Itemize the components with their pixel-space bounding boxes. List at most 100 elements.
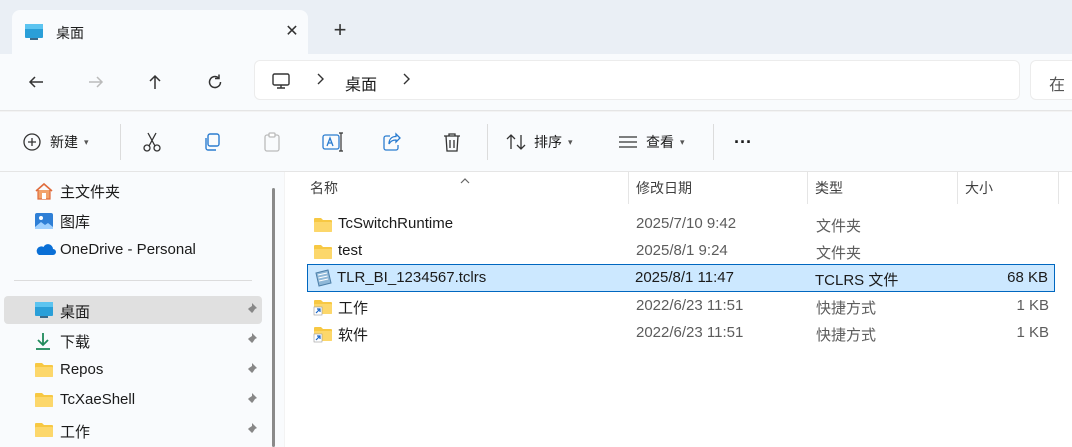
tab-title: 桌面 xyxy=(56,25,84,41)
file-modified: 2022/6/23 11:51 xyxy=(636,324,744,341)
pin-icon[interactable] xyxy=(244,392,258,409)
cut-button[interactable] xyxy=(142,128,162,156)
navigation-pane: 主文件夹 图库 OneDrive - Personal 桌面 下载 Repos … xyxy=(0,172,284,447)
sort-icon xyxy=(506,134,526,150)
search-placeholder: 在 xyxy=(1049,77,1066,94)
pin-icon[interactable] xyxy=(244,422,258,439)
rename-icon xyxy=(322,132,343,152)
forward-button[interactable] xyxy=(82,68,110,96)
folder-icon xyxy=(313,216,333,237)
folder-icon xyxy=(34,421,54,442)
sidebar-item-onedrive[interactable]: OneDrive - Personal xyxy=(4,236,262,264)
new-button[interactable]: 新建 ▾ xyxy=(22,128,89,156)
file-row[interactable]: 软件 2022/6/23 11:51 快捷方式 1 KB xyxy=(307,320,1055,346)
home-icon xyxy=(34,181,54,204)
column-header-modified[interactable]: 修改日期 xyxy=(636,172,692,204)
share-button[interactable] xyxy=(382,128,402,156)
sidebar-item-label: OneDrive - Personal xyxy=(60,241,196,258)
sidebar-item-repos[interactable]: Repos xyxy=(4,356,262,384)
copy-button[interactable] xyxy=(202,128,222,156)
new-label: 新建 xyxy=(50,134,78,150)
file-list: 名称 修改日期 类型 大小 TcSwitchRuntime 2025/7/10 … xyxy=(285,172,1072,447)
sidebar-item-label: 下载 xyxy=(60,334,91,351)
arrow-up-icon xyxy=(149,74,161,89)
desktop-icon xyxy=(34,301,54,322)
column-divider[interactable] xyxy=(957,172,958,204)
column-divider[interactable] xyxy=(807,172,808,204)
delete-button[interactable] xyxy=(442,128,462,156)
file-row-selected[interactable]: TLR_BI_1234567.tclrs 2025/8/1 11:47 TCLR… xyxy=(307,264,1055,292)
shortcut-folder-icon xyxy=(313,298,333,319)
sidebar-item-label: TcXaeShell xyxy=(60,391,136,408)
up-button[interactable] xyxy=(141,68,169,96)
file-type: 快捷方式 xyxy=(816,327,877,344)
file-modified: 2025/7/10 9:42 xyxy=(636,215,737,232)
gallery-icon xyxy=(34,211,54,234)
column-header-name[interactable]: 名称 xyxy=(310,172,338,204)
file-modified: 2022/6/23 11:51 xyxy=(636,297,744,314)
folder-icon xyxy=(34,391,54,412)
file-name: TcSwitchRuntime xyxy=(338,215,454,232)
chevron-right-icon[interactable] xyxy=(401,71,411,90)
column-divider[interactable] xyxy=(628,172,629,204)
search-input[interactable]: 在 xyxy=(1030,60,1072,100)
sidebar-item-tcxaeshell[interactable]: TcXaeShell xyxy=(4,386,262,414)
file-row[interactable]: test 2025/8/1 9:24 文件夹 xyxy=(307,238,1055,264)
column-header-size[interactable]: 大小 xyxy=(965,172,993,204)
file-modified: 2025/8/1 9:24 xyxy=(636,242,728,259)
sort-button[interactable]: 排序 ▾ xyxy=(506,128,573,156)
sidebar-item-label: 图库 xyxy=(60,214,91,231)
address-bar[interactable]: 桌面 xyxy=(254,60,1020,100)
file-row[interactable]: 工作 2022/6/23 11:51 快捷方式 1 KB xyxy=(307,293,1055,319)
sidebar-item-work[interactable]: 工作 xyxy=(4,416,262,444)
column-header-type[interactable]: 类型 xyxy=(815,172,843,204)
sidebar-item-home[interactable]: 主文件夹 xyxy=(4,176,262,204)
file-name: 软件 xyxy=(338,327,369,344)
close-tab-icon[interactable]: ✕ xyxy=(280,20,304,44)
pin-icon[interactable] xyxy=(244,332,258,349)
chevron-down-icon: ▾ xyxy=(84,136,89,147)
sidebar-item-label: 主文件夹 xyxy=(60,184,121,201)
sidebar-scrollbar[interactable] xyxy=(272,188,275,447)
file-type: TCLRS 文件 xyxy=(815,272,899,289)
sidebar-item-gallery[interactable]: 图库 xyxy=(4,206,262,234)
tab-bar: 桌面 ✕ + xyxy=(0,0,1072,54)
more-options-button[interactable]: ··· xyxy=(734,128,752,156)
toolbar-divider xyxy=(120,124,121,160)
breadcrumb-desktop[interactable]: 桌面 xyxy=(345,71,377,95)
paste-button[interactable] xyxy=(262,128,282,156)
view-button[interactable]: 查看 ▾ xyxy=(618,128,685,156)
chevron-right-icon[interactable] xyxy=(315,71,325,90)
sidebar-item-downloads[interactable]: 下载 xyxy=(4,326,262,354)
file-name: TLR_BI_1234567.tclrs xyxy=(337,269,487,286)
rename-button[interactable] xyxy=(322,128,344,156)
file-size: 68 KB xyxy=(1007,269,1048,286)
file-icon xyxy=(313,269,333,292)
refresh-button[interactable] xyxy=(201,68,229,96)
sidebar-item-desktop[interactable]: 桌面 xyxy=(4,296,262,324)
column-divider[interactable] xyxy=(1058,172,1059,204)
chevron-down-icon: ▾ xyxy=(680,136,685,147)
sort-ascending-icon xyxy=(459,172,471,188)
sidebar-divider xyxy=(14,280,252,281)
file-type: 文件夹 xyxy=(816,245,862,262)
back-button[interactable] xyxy=(22,68,50,96)
sidebar-item-label: Repos xyxy=(60,361,104,378)
clipboard-icon xyxy=(264,132,280,152)
pin-icon[interactable] xyxy=(244,302,258,319)
this-pc-icon xyxy=(271,71,291,94)
file-row[interactable]: TcSwitchRuntime 2025/7/10 9:42 文件夹 xyxy=(307,211,1055,237)
new-tab-button[interactable]: + xyxy=(328,18,352,42)
folder-icon xyxy=(313,243,333,264)
arrow-right-icon xyxy=(89,76,104,88)
file-type: 快捷方式 xyxy=(816,300,877,317)
pin-icon[interactable] xyxy=(244,362,258,379)
file-type: 文件夹 xyxy=(816,218,862,235)
tab-desktop[interactable]: 桌面 ✕ xyxy=(12,10,308,54)
command-bar: 新建 ▾ 排序 ▾ 查看 ▾ ··· xyxy=(0,112,1072,172)
sidebar-item-label: 工作 xyxy=(60,424,91,441)
navigation-bar: 桌面 在 xyxy=(0,54,1072,111)
toolbar-divider xyxy=(713,124,714,160)
refresh-icon xyxy=(208,74,222,89)
folder-icon xyxy=(34,361,54,382)
